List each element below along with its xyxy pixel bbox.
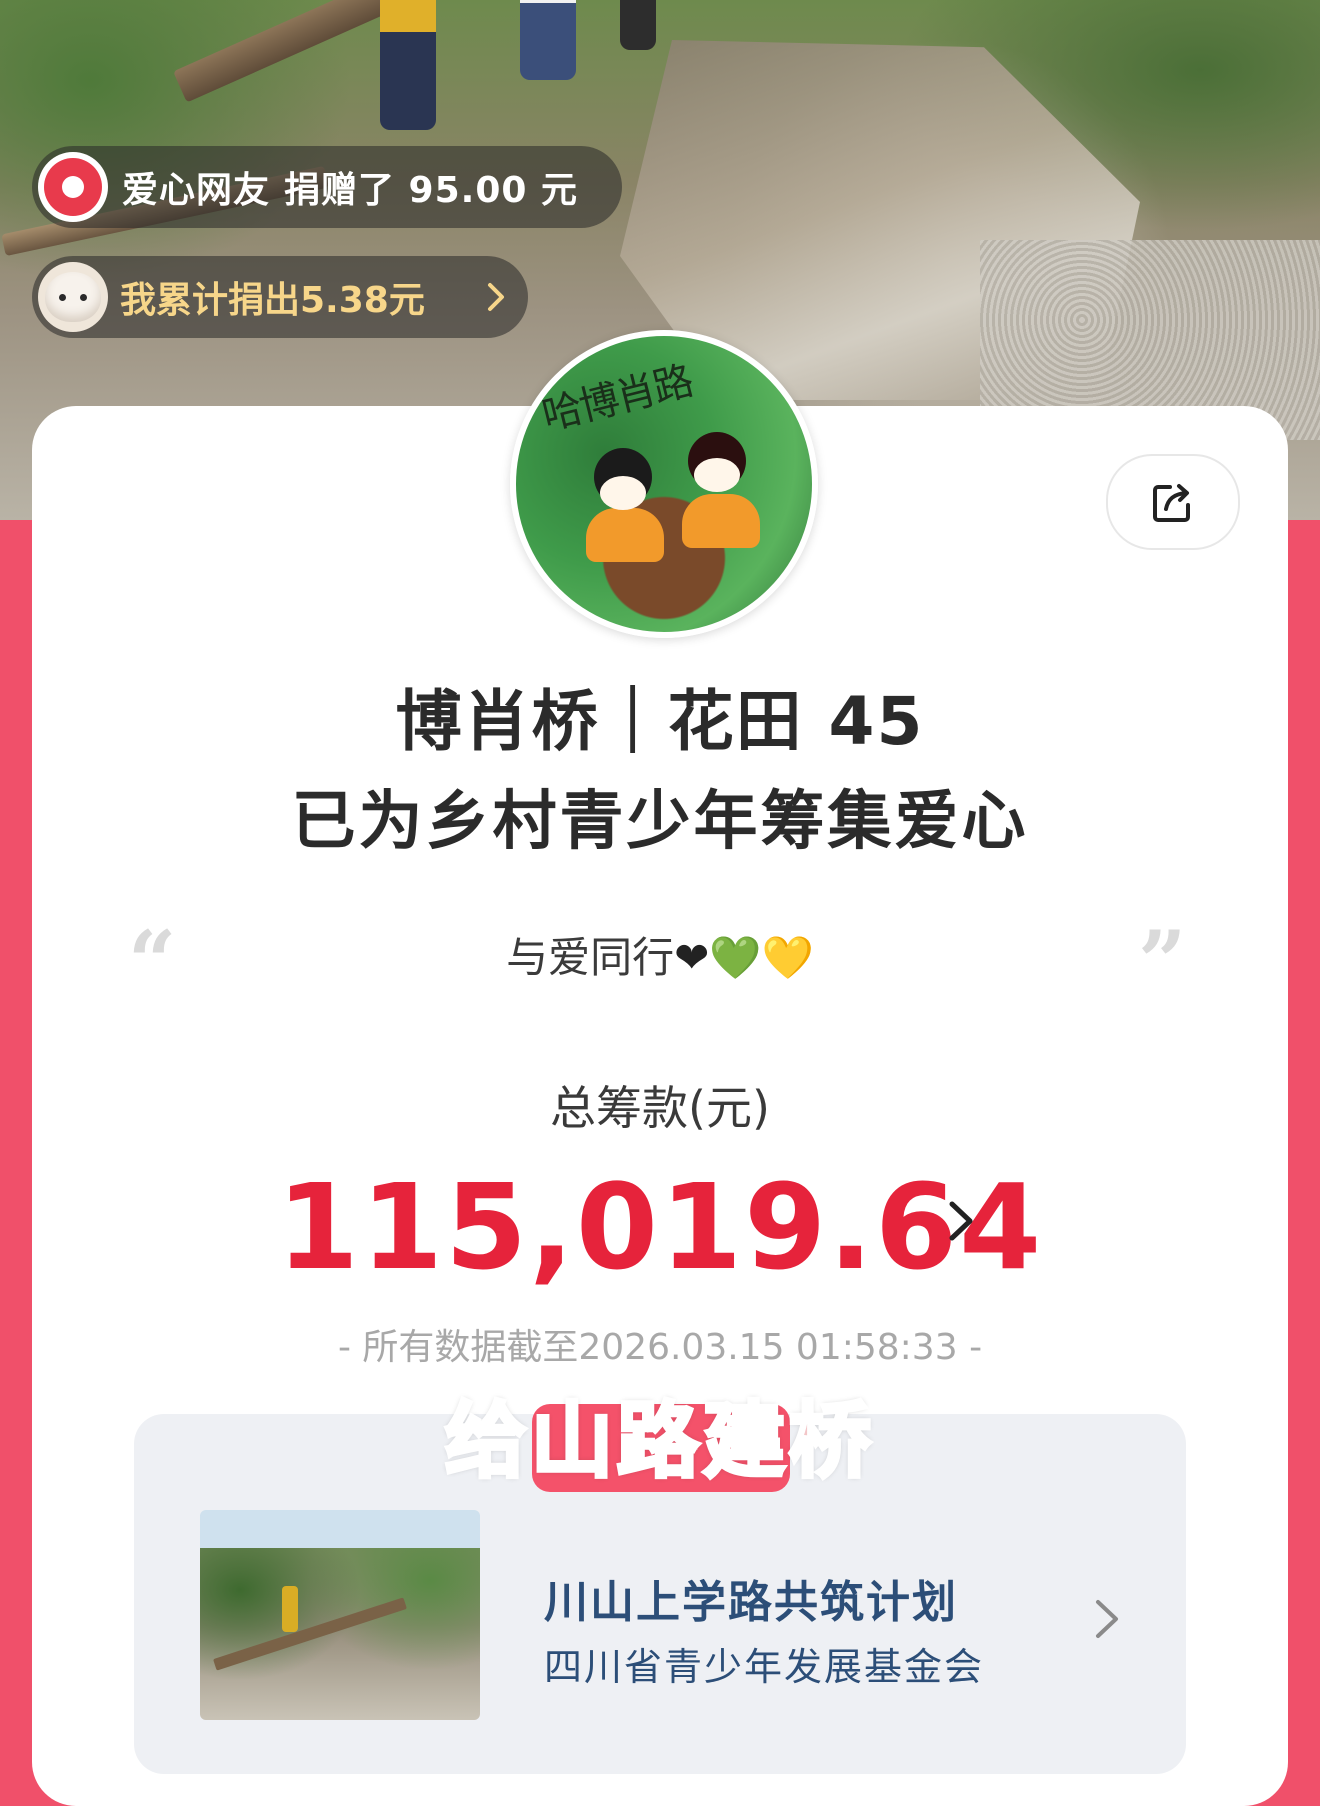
share-icon (1153, 484, 1190, 522)
donation-text: 爱心网友 捐赠了 95.00 元 (122, 161, 578, 213)
quote-close-mark: ” (1138, 912, 1187, 1011)
chevron-right-icon (488, 283, 504, 311)
share-button[interactable] (1106, 454, 1240, 550)
my-donation-total-button[interactable]: 我累计捐出5.38元 (32, 256, 528, 338)
chevron-right-icon[interactable] (1092, 1596, 1122, 1642)
chevron-right-icon[interactable] (944, 1196, 978, 1246)
black-heart-icon: ❤ (674, 933, 710, 982)
profile-avatar: 哈博肖路 (510, 330, 818, 638)
project-name[interactable]: 川山上学路共筑计划 (544, 1566, 958, 1630)
profile-name: 博肖桥｜花田 45 (395, 683, 925, 760)
project-thumbnail[interactable] (200, 1510, 480, 1720)
data-timestamp: - 所有数据截至2026.03.15 01:58:33 - (337, 1327, 983, 1368)
total-raised-amount[interactable]: 115,019.64 (0, 1158, 1320, 1296)
donor-avatar (38, 152, 108, 222)
hiker (520, 0, 576, 80)
yellow-heart-icon: 💛 (761, 933, 814, 982)
project-organization: 四川省青少年发展基金会 (544, 1645, 985, 1689)
green-heart-icon: 💚 (709, 933, 762, 982)
user-avatar (38, 262, 108, 332)
total-raised-label: 总筹款(元) (550, 1081, 770, 1135)
profile-subtitle: 已为乡村青少年筹集爱心 (291, 785, 1029, 859)
motto-text: 与爱同行 (506, 933, 675, 982)
my-donation-total-text: 我累计捐出5.38元 (120, 280, 425, 321)
donation-toast: 爱心网友 捐赠了 95.00 元 (32, 146, 622, 228)
motto: 与爱同行❤💚💛 (0, 924, 1320, 985)
donation-amount-text: 捐赠了 95.00 元 (284, 170, 578, 211)
video-caption: 给山路建桥 (443, 1392, 875, 1491)
hiker (380, 0, 436, 130)
hiker (620, 0, 656, 50)
donor-name: 爱心网友 (122, 170, 271, 211)
